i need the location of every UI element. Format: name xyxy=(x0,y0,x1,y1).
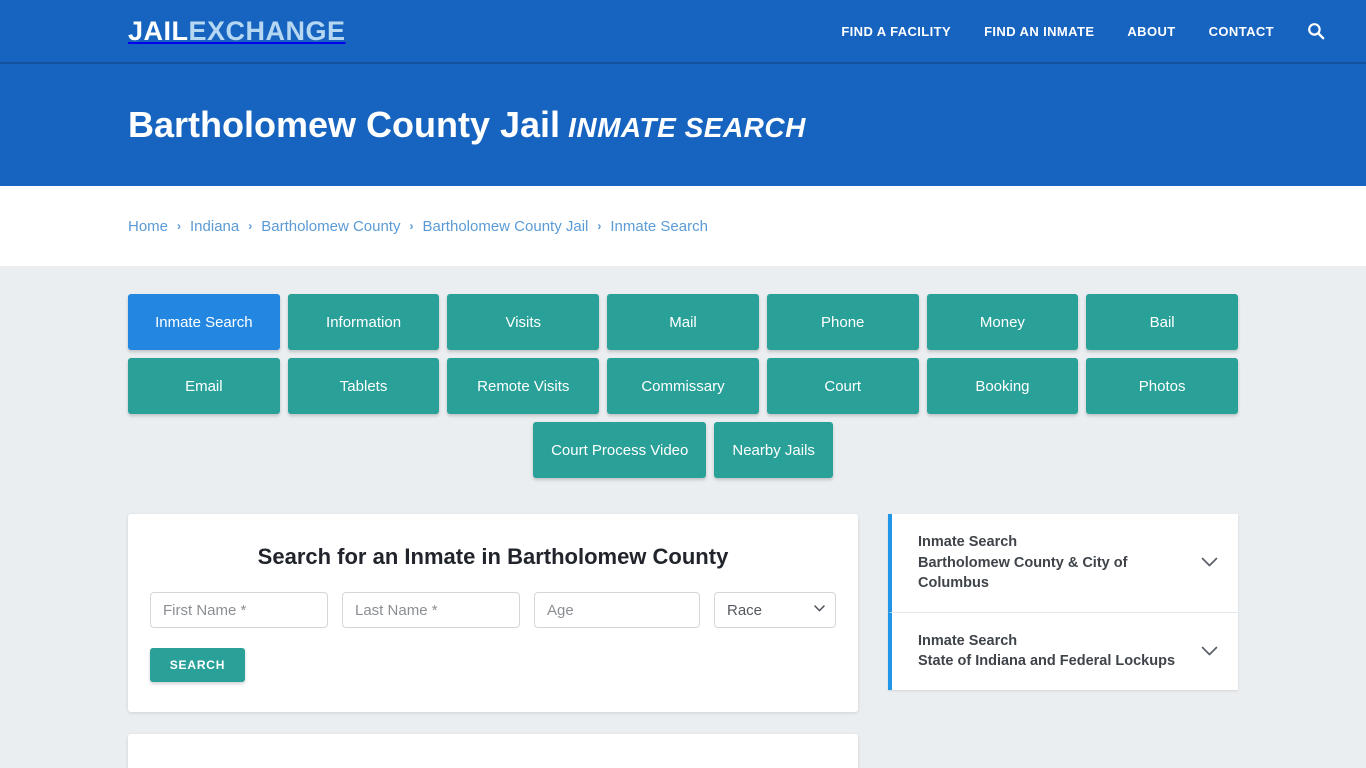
accordion-title: Inmate Search xyxy=(918,632,1018,649)
main-content: Inmate Search Information Visits Mail Ph… xyxy=(0,266,1366,768)
chevron-down-icon[interactable] xyxy=(1201,557,1218,568)
breadcrumb-item-home[interactable]: Home xyxy=(128,218,168,235)
site-logo[interactable]: JAILEXCHANGE xyxy=(128,16,346,47)
breadcrumb-item-inmate-search: Inmate Search xyxy=(610,217,708,235)
nav-item-contact[interactable]: CONTACT xyxy=(1209,24,1274,39)
last-name-input[interactable] xyxy=(342,592,520,628)
nav-item-find-an-inmate[interactable]: FIND AN INMATE xyxy=(984,24,1094,39)
logo-text-secondary: EXCHANGE xyxy=(188,15,346,46)
tab-visits[interactable]: Visits xyxy=(447,294,600,350)
accordion-subtitle: State of Indiana and Federal Lockups xyxy=(918,653,1176,670)
breadcrumb-item-indiana[interactable]: Indiana xyxy=(190,218,239,235)
nav-links: FIND A FACILITY FIND AN INMATE ABOUT CON… xyxy=(841,22,1342,40)
chevron-down-icon[interactable] xyxy=(1201,646,1218,657)
tab-court-process-video[interactable]: Court Process Video xyxy=(533,422,707,478)
tab-booking[interactable]: Booking xyxy=(926,358,1079,414)
chevron-right-icon: › xyxy=(409,219,414,233)
secondary-content-card xyxy=(128,734,858,768)
breadcrumb-bar: Home › Indiana › Bartholomew County › Ba… xyxy=(0,186,1366,266)
race-select[interactable]: Race xyxy=(714,592,836,628)
nav-search-button[interactable] xyxy=(1307,22,1325,40)
tab-bail[interactable]: Bail xyxy=(1086,294,1238,350)
search-icon xyxy=(1308,23,1325,40)
tab-court[interactable]: Court xyxy=(766,358,919,414)
tab-photos[interactable]: Photos xyxy=(1086,358,1238,414)
tab-money[interactable]: Money xyxy=(926,294,1079,350)
accordion-panel-state-search[interactable]: Inmate Search State of Indiana and Feder… xyxy=(888,611,1238,690)
tab-information[interactable]: Information xyxy=(287,294,440,350)
tab-remote-visits[interactable]: Remote Visits xyxy=(447,358,600,414)
breadcrumb-item-bartholomew-county[interactable]: Bartholomew County xyxy=(261,218,400,235)
top-navigation-bar: JAILEXCHANGE FIND A FACILITY FIND AN INM… xyxy=(0,0,1366,64)
nav-item-find-a-facility[interactable]: FIND A FACILITY xyxy=(841,24,951,39)
tab-nearby-jails[interactable]: Nearby Jails xyxy=(714,422,833,478)
accordion-panel-text: Inmate Search Bartholomew County & City … xyxy=(918,532,1191,594)
search-submit-button[interactable]: SEARCH xyxy=(150,648,245,682)
left-column: Search for an Inmate in Bartholomew Coun… xyxy=(128,514,858,768)
accordion-panel-county-search[interactable]: Inmate Search Bartholomew County & City … xyxy=(888,514,1238,612)
facility-tab-grid: Inmate Search Information Visits Mail Ph… xyxy=(128,294,1238,414)
chevron-right-icon: › xyxy=(177,219,182,233)
logo-text-primary: JAIL xyxy=(128,15,189,46)
page-title: Bartholomew County Jail INMATE SEARCH xyxy=(128,104,806,146)
breadcrumb: Home › Indiana › Bartholomew County › Ba… xyxy=(128,218,708,235)
age-input[interactable] xyxy=(534,592,700,628)
content-columns: Search for an Inmate in Bartholomew Coun… xyxy=(128,514,1238,768)
chevron-right-icon: › xyxy=(248,219,253,233)
nav-item-about[interactable]: ABOUT xyxy=(1127,24,1175,39)
chevron-right-icon: › xyxy=(597,219,602,233)
accordion-panel-text: Inmate Search State of Indiana and Feder… xyxy=(918,631,1191,672)
breadcrumb-item-bartholomew-county-jail[interactable]: Bartholomew County Jail xyxy=(422,218,588,235)
accordion-title: Inmate Search xyxy=(918,534,1018,550)
tab-tablets[interactable]: Tablets xyxy=(287,358,440,414)
tab-email[interactable]: Email xyxy=(128,358,280,414)
inmate-search-card: Search for an Inmate in Bartholomew Coun… xyxy=(128,514,858,712)
tab-phone[interactable]: Phone xyxy=(766,294,919,350)
tab-mail[interactable]: Mail xyxy=(607,294,759,350)
page-title-main: Bartholomew County Jail xyxy=(128,104,561,145)
race-select-wrapper: Race xyxy=(714,592,836,628)
search-form-row: Race xyxy=(150,592,836,628)
accordion-subtitle: Bartholomew County & City of Columbus xyxy=(918,554,1128,592)
page-hero-band: Bartholomew County Jail INMATE SEARCH xyxy=(0,64,1366,186)
first-name-input[interactable] xyxy=(150,592,328,628)
facility-tab-row-extra: Court Process Video Nearby Jails xyxy=(128,422,1238,478)
tab-inmate-search[interactable]: Inmate Search xyxy=(128,294,280,350)
search-card-heading: Search for an Inmate in Bartholomew Coun… xyxy=(257,544,729,569)
page-title-subtitle: INMATE SEARCH xyxy=(568,112,806,143)
tab-commissary[interactable]: Commissary xyxy=(607,358,759,414)
right-sidebar: Inmate Search Bartholomew County & City … xyxy=(888,514,1238,690)
